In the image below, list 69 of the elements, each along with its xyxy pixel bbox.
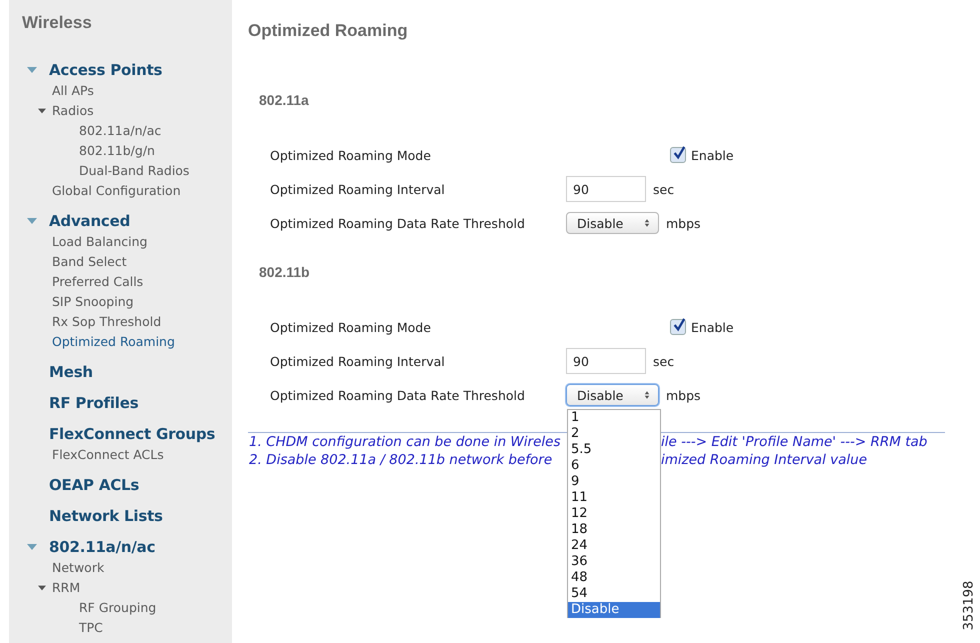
dropdown-option[interactable]: 5.5 [568,442,660,458]
dropdown[interactable]: Disable [566,384,659,406]
sidebar-item[interactable]: SIP Snooping [52,292,134,312]
input-field[interactable]: 90 [566,176,646,202]
sidebar-item[interactable]: Preferred Calls [52,272,144,292]
dropdown-option[interactable]: Disable [568,602,660,618]
sidebar-item[interactable]: Optimized Roaming [52,332,175,352]
sidebar-item[interactable]: FlexConnect ACLs [52,445,164,465]
dropdown-option[interactable]: 9 [568,474,660,490]
field-label: Optimized Roaming Interval [270,354,446,368]
sidebar-item[interactable]: Global Configuration [52,181,181,201]
dropdown-option[interactable]: 1 [568,410,660,426]
sidebar-item[interactable]: Rx Sop Threshold [52,312,162,332]
sidebar-item[interactable]: 802.11b/g/n [79,141,155,161]
unit-label: mbps [666,388,701,402]
sidebar-item[interactable]: Network [52,558,104,578]
field-label: Optimized Roaming Data Rate Threshold [270,216,526,230]
checkbox[interactable] [670,319,686,335]
sidebar-item[interactable]: 802.11a/n/ac [79,121,162,141]
up-down-arrows-icon [644,390,650,400]
unit-label: mbps [666,216,701,230]
unit-label: sec [653,182,674,196]
sidebar-section-link[interactable]: FlexConnect Groups [49,423,216,445]
field-label: Optimized Roaming Interval [270,182,446,196]
sidebar-title: Wireless [21,12,93,34]
sidebar-section-link[interactable]: Mesh [49,361,93,383]
unit-label: sec [653,354,674,368]
sidebar-item[interactable]: RF Grouping [79,598,156,618]
note-text: 1. CHDM configuration can be done in Wireles [249,434,562,450]
sidebar-section-link[interactable]: 802.11a/n/ac [49,536,156,558]
page-title: Optimized Roaming [248,20,409,42]
field-label: Optimized Roaming Mode [270,320,432,334]
input-field[interactable]: 90 [566,348,646,374]
up-down-arrows-icon [644,218,650,228]
sidebar-item[interactable]: Radios [52,101,94,121]
dropdown-option[interactable]: 48 [568,570,660,586]
note-text: ile ---> Edit 'Profile Name' ---> RRM tab [661,434,928,450]
sidebar-section-link[interactable]: Network Lists [49,505,163,527]
checkbox-label: Enable [691,320,734,334]
section-heading: 802.11b [259,263,311,282]
note-text: 2. Disable 802.11a / 802.11b network before [249,452,554,468]
collapse-arrow-icon[interactable] [38,107,46,115]
dropdown-option[interactable]: 12 [568,506,660,522]
sidebar-item[interactable]: Load Balancing [52,232,148,252]
sidebar-section-link[interactable]: OEAP ACLs [49,474,140,496]
dropdown-option[interactable]: 54 [568,586,660,602]
sidebar-item[interactable]: Band Select [52,252,127,272]
section-heading: 802.11a [259,91,310,110]
note-text: imized Roaming Interval value [661,452,868,468]
dropdown-option[interactable]: 2 [568,426,660,442]
sidebar-item[interactable]: RRM [52,578,80,598]
dropdown-option[interactable]: 36 [568,554,660,570]
collapse-arrow-icon[interactable] [38,584,46,592]
field-label: Optimized Roaming Mode [270,148,432,162]
sidebar-section-link[interactable]: Advanced [49,210,130,232]
field-label: Optimized Roaming Data Rate Threshold [270,388,526,402]
sidebar-item[interactable]: Dual-Band Radios [79,161,190,181]
dropdown-option[interactable]: 24 [568,538,660,554]
figure-number: 353198 [962,580,977,630]
sidebar-item[interactable]: All APs [52,81,94,101]
sidebar-section-link[interactable]: Access Points [49,59,162,81]
checkbox[interactable] [670,147,686,163]
dropdown-option[interactable]: 11 [568,490,660,506]
checkbox-label: Enable [691,148,734,162]
dropdown-option[interactable]: 6 [568,458,660,474]
sidebar-section-link[interactable]: RF Profiles [49,392,138,414]
dropdown-option[interactable]: 18 [568,522,660,538]
sidebar-item[interactable]: TPC [79,618,103,638]
dropdown[interactable]: Disable [566,212,659,234]
